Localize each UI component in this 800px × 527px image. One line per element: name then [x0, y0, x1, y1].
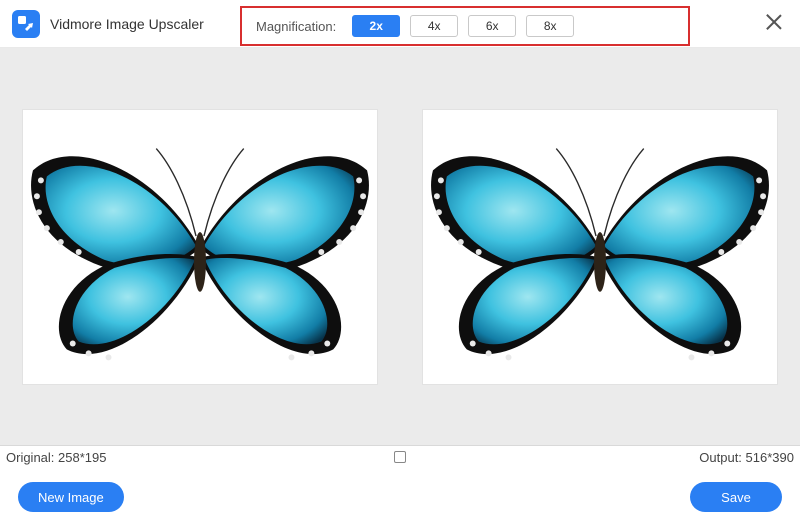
image-compare-area: [0, 48, 800, 446]
link-toggle-icon[interactable]: [394, 451, 406, 463]
magnification-label: Magnification:: [256, 19, 336, 34]
butterfly-image-output: [423, 109, 777, 385]
magnification-option-6x[interactable]: 6x: [468, 15, 516, 37]
upscale-icon: [17, 15, 35, 33]
close-icon[interactable]: [764, 12, 784, 32]
output-image-panel: [422, 109, 778, 385]
magnification-option-4x[interactable]: 4x: [410, 15, 458, 37]
app-title: Vidmore Image Upscaler: [50, 16, 204, 32]
magnification-option-2x[interactable]: 2x: [352, 15, 400, 37]
butterfly-image-original: [23, 109, 377, 385]
magnification-group: Magnification: 2x 4x 6x 8x: [240, 6, 690, 46]
new-image-button[interactable]: New Image: [18, 482, 124, 512]
magnification-option-8x[interactable]: 8x: [526, 15, 574, 37]
original-size-label: Original: 258*195: [6, 450, 107, 465]
footer: New Image Save: [0, 468, 800, 526]
header: Vidmore Image Upscaler Magnification: 2x…: [0, 0, 800, 48]
output-size-label: Output: 516*390: [699, 450, 794, 465]
save-button[interactable]: Save: [690, 482, 782, 512]
status-bar: Original: 258*195 Output: 516*390: [0, 446, 800, 468]
app-logo: [12, 10, 40, 38]
original-image-panel: [22, 109, 378, 385]
